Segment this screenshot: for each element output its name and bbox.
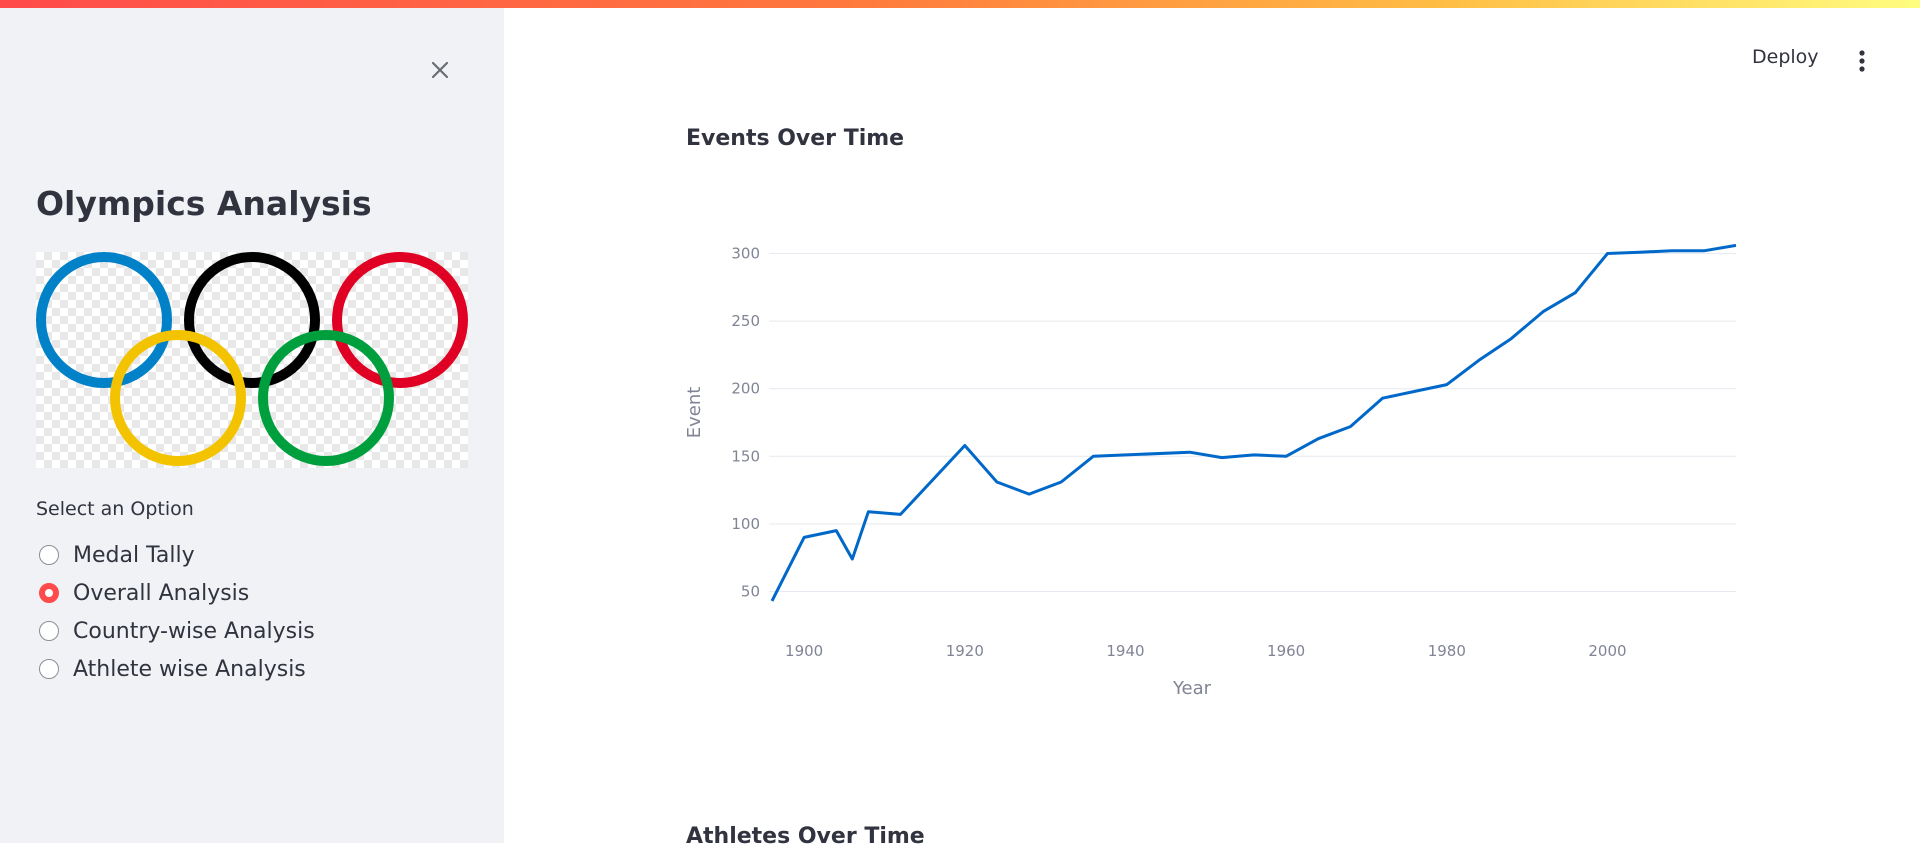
kebab-menu-icon[interactable] [1852, 46, 1872, 76]
x-tick-label: 1940 [1106, 642, 1144, 660]
radio-option[interactable]: Overall Analysis [36, 574, 315, 612]
y-tick-label: 250 [731, 312, 760, 330]
y-axis-title: Event [684, 387, 705, 439]
radio-option-label: Athlete wise Analysis [73, 657, 306, 682]
y-tick-label: 300 [731, 245, 760, 263]
deploy-button[interactable]: Deploy [1752, 46, 1819, 68]
x-tick-label: 1900 [785, 642, 823, 660]
radio-option-label: Country-wise Analysis [73, 619, 315, 644]
option-radio-group: Medal Tally Overall Analysis Country-wise … [36, 536, 315, 688]
radio-circle[interactable] [39, 583, 59, 603]
x-tick-label: 2000 [1588, 642, 1626, 660]
sidebar-title: Olympics Analysis [36, 184, 372, 223]
select-option-label: Select an Option [36, 498, 194, 520]
y-tick-label: 50 [741, 582, 760, 600]
radio-circle[interactable] [39, 545, 59, 565]
y-tick-label: 150 [731, 447, 760, 465]
top-decoration-bar [0, 0, 1920, 8]
radio-option[interactable]: Medal Tally [36, 536, 315, 574]
events-over-time-chart: 50 100 150 200 250 300 1900 1920 1940 1960 1980 200… [680, 190, 1740, 720]
radio-circle[interactable] [39, 659, 59, 679]
radio-option-label: Overall Analysis [73, 581, 249, 606]
radio-circle[interactable] [39, 621, 59, 641]
close-icon[interactable] [426, 56, 454, 84]
radio-option[interactable]: Athlete wise Analysis [36, 650, 315, 688]
x-tick-label: 1960 [1267, 642, 1305, 660]
radio-option-label: Medal Tally [73, 543, 195, 568]
chart-title: Events Over Time [686, 126, 904, 151]
sidebar: Olympics Analysis Select an Option Medal… [0, 8, 504, 843]
x-tick-label: 1980 [1428, 642, 1466, 660]
series-line-events [772, 245, 1736, 601]
x-axis-title: Year [1172, 678, 1212, 699]
next-section-title: Athletes Over Time [686, 824, 925, 849]
x-tick-label: 1920 [946, 642, 984, 660]
olympic-rings-logo [36, 252, 468, 468]
y-tick-label: 200 [731, 380, 760, 398]
y-tick-label: 100 [731, 515, 760, 533]
radio-option[interactable]: Country-wise Analysis [36, 612, 315, 650]
